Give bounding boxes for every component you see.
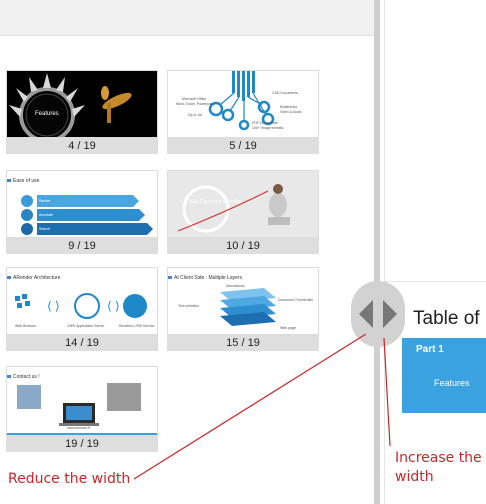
reduce-pointer-line [133, 333, 367, 480]
annotation-increase-width: Increase the width [395, 449, 482, 487]
annotation-increase-line-1: Increase the [395, 450, 482, 466]
annotation-increase-line-2: width [395, 469, 434, 485]
increase-pointer-line [383, 337, 391, 447]
annotation-reduce-width: Reduce the width [8, 471, 131, 487]
annotation-lines [133, 333, 391, 480]
